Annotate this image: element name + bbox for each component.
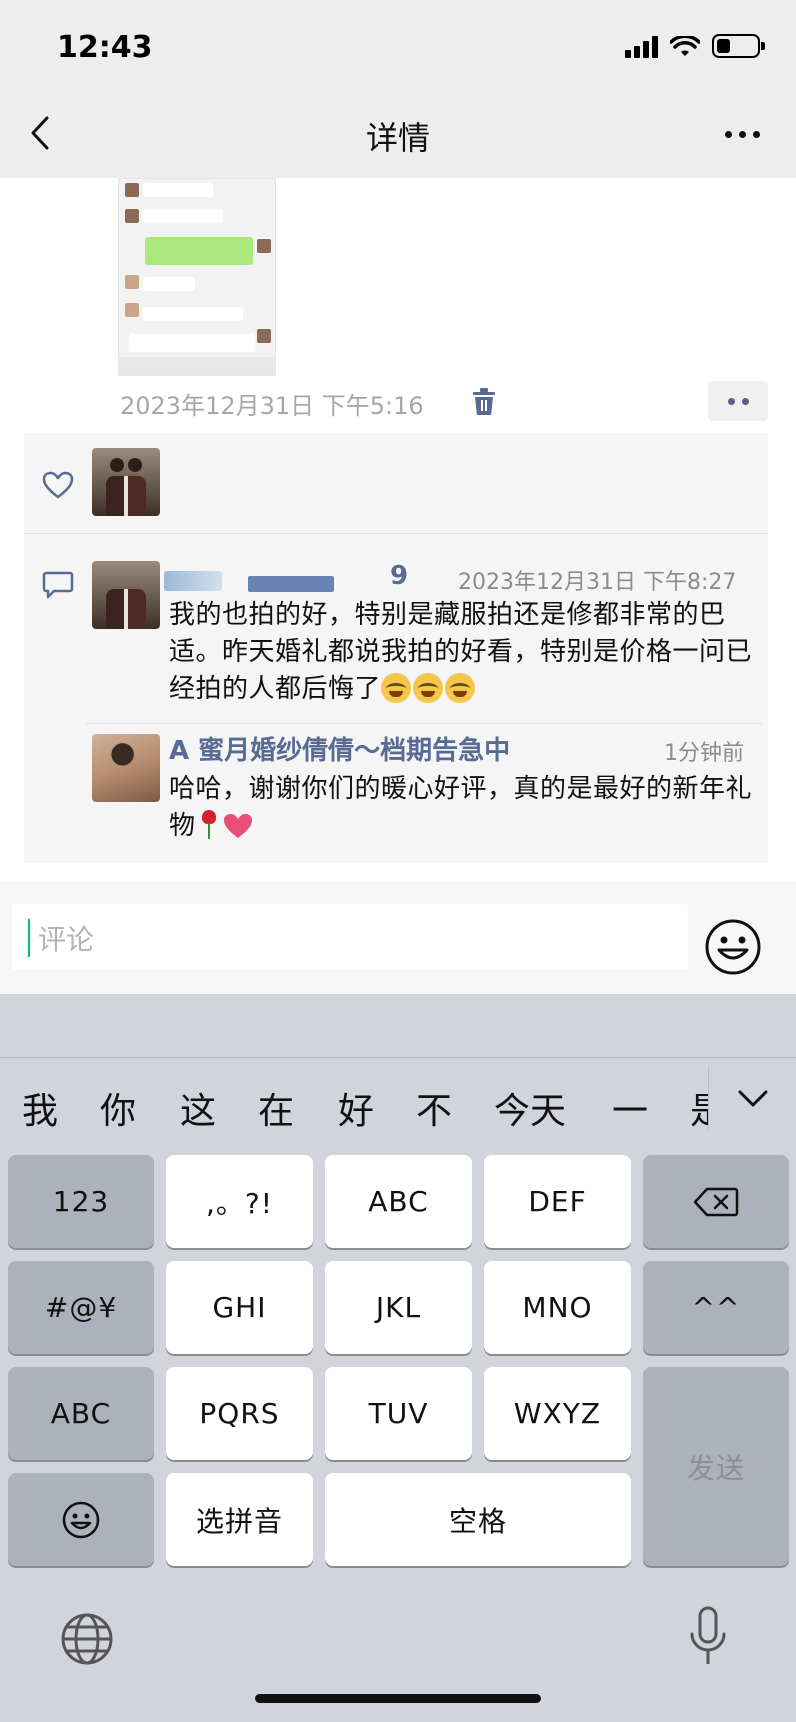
battery-level [717,39,730,53]
laughing-emoji-icon [413,673,444,703]
comment-input-bar: 评论 [0,882,796,994]
keyboard: 我 你 这 在 好 不 今天 一 是 123 ,。?! ABC DEF #@¥ … [0,994,796,1722]
comment-input[interactable]: 评论 [12,904,688,970]
emoji-key[interactable] [8,1473,154,1566]
space-key[interactable]: 空格 [325,1473,631,1566]
key-kaomoji[interactable]: ^^ [643,1261,789,1354]
heart-emoji-icon [223,814,252,838]
post-image[interactable] [118,178,276,376]
key-abc-mode[interactable]: ABC [8,1367,154,1460]
wifi-icon [670,36,700,56]
post-timestamp: 2023年12月31日 下午5:16 [120,392,424,420]
key-123[interactable]: 123 [8,1155,154,1248]
candidate-word[interactable]: 好 [338,1082,374,1134]
candidate-bar: 我 你 这 在 好 不 今天 一 是 [0,1058,796,1140]
key-ghi[interactable]: GHI [166,1261,313,1354]
divider [86,723,762,724]
reply-text[interactable]: 哈哈，谢谢你们的暖心好评，真的是最好的新年礼物 [169,771,765,845]
candidate-word[interactable]: 在 [258,1082,294,1134]
comment-time: 2023年12月31日 下午8:27 [458,570,737,595]
candidate-word[interactable]: 不 [416,1082,452,1134]
candidate-word[interactable]: 我 [22,1082,58,1134]
key-select-pinyin[interactable]: 选拼音 [166,1473,313,1566]
laughing-emoji-icon [381,673,412,703]
comment-placeholder: 评论 [38,923,95,956]
key-tuv[interactable]: TUV [325,1367,472,1460]
comment-icon [42,571,74,599]
comment-author[interactable]: 9 [390,561,408,591]
redacted-name [164,571,222,591]
emoji-smiley-icon[interactable] [704,918,762,976]
candidate-word[interactable]: 是 [690,1082,708,1134]
trash-icon[interactable] [472,388,496,416]
delete-key[interactable] [643,1155,789,1248]
interaction-panel: 9 2023年12月31日 下午8:27 我的也拍的好，特别是藏服拍还是修都非常… [24,433,768,863]
key-def[interactable]: DEF [484,1155,631,1248]
reply-body: 哈哈，谢谢你们的暖心好评，真的是最好的新年礼物 [169,774,753,841]
candidate-word[interactable]: 这 [180,1082,216,1134]
avatar[interactable] [92,734,160,802]
key-jkl[interactable]: JKL [325,1261,472,1354]
candidate-word[interactable]: 今天 [494,1082,566,1134]
redacted-name [248,576,334,592]
rose-emoji-icon [200,810,218,840]
home-indicator [255,1694,541,1703]
send-button[interactable]: 发送 [643,1367,789,1566]
key-punctuation[interactable]: ,。?! [166,1155,313,1248]
chevron-down-icon[interactable] [736,1088,770,1110]
cellular-signal-icon [625,36,658,58]
more-icon[interactable] [725,131,760,138]
candidate-word[interactable]: 一 [612,1082,648,1134]
globe-icon[interactable] [60,1612,114,1666]
avatar[interactable] [92,448,160,516]
reply-author[interactable]: A 蜜月婚纱倩倩～档期告急中 [169,730,510,767]
microphone-icon[interactable] [688,1606,728,1670]
backspace-icon [693,1187,739,1216]
status-time: 12:43 [57,30,153,65]
more-dots-icon[interactable] [708,381,768,421]
likes-row [24,433,768,534]
page-title: 详情 [365,119,430,157]
key-wxyz[interactable]: WXYZ [484,1367,631,1460]
avatar[interactable] [92,561,160,629]
key-mno[interactable]: MNO [484,1261,631,1354]
divider [708,1066,709,1130]
laughing-emoji-icon [445,673,476,703]
reply-time: 1分钟前 [664,741,744,766]
emoji-smiley-icon [62,1501,100,1538]
top-bar: 12:43 详情 [0,0,796,178]
candidate-word[interactable]: 你 [100,1082,136,1134]
comment-text[interactable]: 我的也拍的好，特别是藏服拍还是修都非常的巴适。昨天婚礼都说我拍的好看，特别是价格… [169,597,765,708]
heart-outline-icon [42,471,74,499]
key-pqrs[interactable]: PQRS [166,1367,313,1460]
key-abc[interactable]: ABC [325,1155,472,1248]
text-caret [28,919,30,957]
battery-icon [712,34,765,58]
status-icons [625,34,765,58]
key-symbols[interactable]: #@¥ [8,1261,154,1354]
